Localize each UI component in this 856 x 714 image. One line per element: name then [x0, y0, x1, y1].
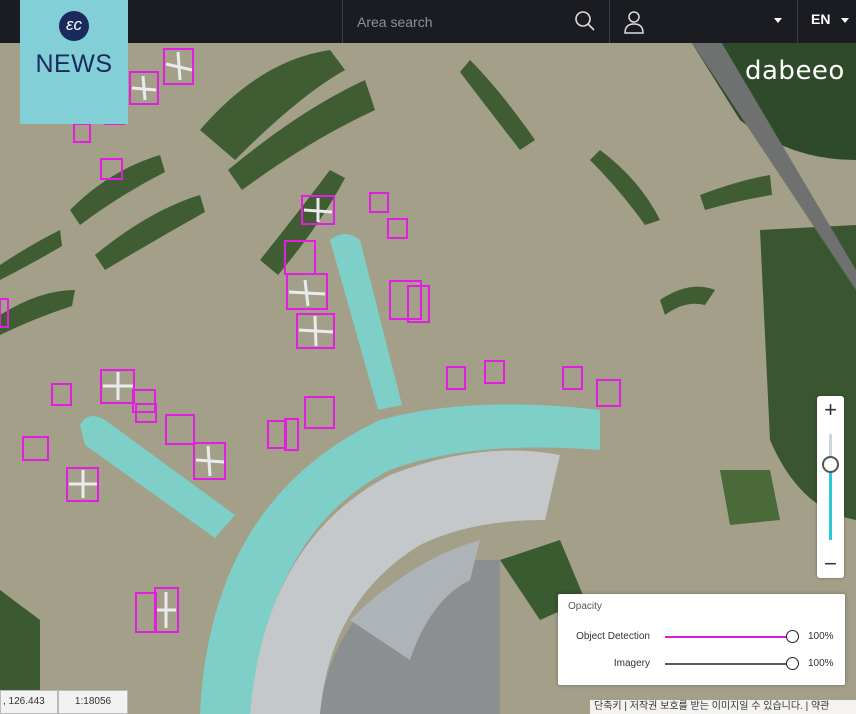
search-icon[interactable]: [573, 9, 597, 33]
zoom-in-button[interactable]: +: [817, 397, 844, 423]
imagery-opacity-slider[interactable]: [665, 657, 799, 670]
object-detection-value: 100%: [808, 631, 834, 642]
news-badge[interactable]: εc NEWS: [20, 0, 128, 124]
zoom-slider-handle[interactable]: [822, 456, 839, 473]
imagery-value: 100%: [808, 658, 834, 669]
map-scale: 1:18056: [58, 690, 128, 714]
brand-logo: dabeeo: [745, 56, 845, 86]
opacity-panel: Opacity Object Detection 100% Imagery 10…: [558, 594, 845, 685]
area-search-input[interactable]: [355, 8, 559, 36]
zoom-track-fill: [829, 464, 832, 540]
imagery-label: Imagery: [613, 658, 650, 669]
object-detection-label: Object Detection: [576, 631, 650, 642]
object-detection-opacity-slider[interactable]: [665, 630, 799, 643]
news-label: NEWS: [35, 50, 113, 78]
zoom-out-button[interactable]: −: [817, 551, 844, 577]
language-label: EN: [811, 11, 831, 27]
chevron-down-icon: [841, 18, 849, 23]
chevron-down-icon: [774, 18, 782, 23]
language-selector[interactable]: EN: [797, 0, 856, 43]
opacity-title: Opacity: [568, 601, 602, 612]
user-icon[interactable]: [622, 9, 646, 35]
user-menu-dropdown[interactable]: [770, 12, 786, 30]
news-logo-icon: εc: [59, 11, 89, 41]
map-attribution[interactable]: 단축키 | 저작권 보호를 받는 이미지일 수 있습니다. | 약관: [590, 700, 856, 714]
top-bar: EN: [0, 0, 856, 43]
area-search-box: [342, 0, 610, 43]
slider-thumb[interactable]: [786, 630, 799, 643]
slider-thumb[interactable]: [786, 657, 799, 670]
coordinates-readout: , 126.443: [0, 690, 58, 714]
zoom-control: + −: [817, 396, 844, 578]
